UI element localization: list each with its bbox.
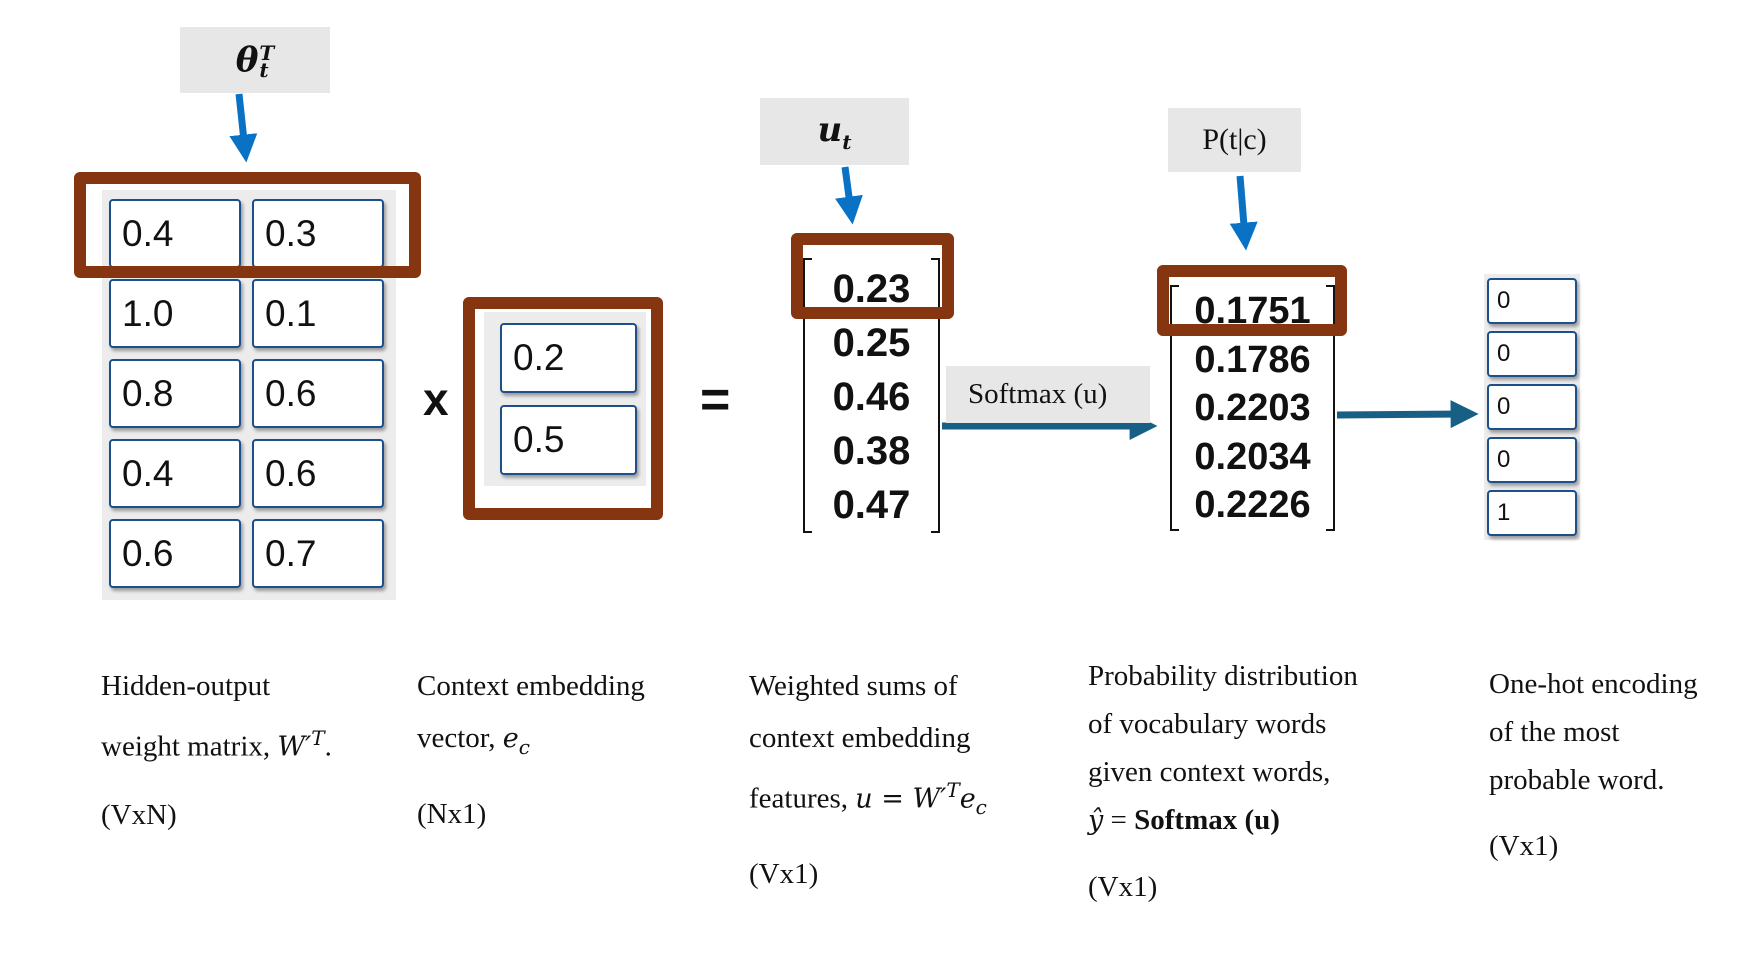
matrix-cell: 0.4	[109, 439, 241, 508]
softmax-label: Softmax (u)	[946, 366, 1150, 423]
prob-value: 0.2203	[1194, 387, 1311, 429]
prob-value: 0.2034	[1194, 435, 1311, 478]
context-vector-highlight	[463, 297, 663, 520]
dims-label: (Vx1)	[749, 858, 819, 891]
dims-label: (Vx1)	[1088, 871, 1158, 903]
caption-context-vector: Context embedding vector, ec (Nx1)	[417, 660, 645, 840]
theta-sub: t	[259, 58, 269, 82]
softmax-label-text: Softmax (u)	[968, 378, 1108, 410]
caption-u-vector: Weighted sums of context embedding featu…	[749, 660, 987, 900]
matrix-cell: 0.8	[109, 359, 241, 428]
u-value: 0.38	[832, 429, 911, 473]
matrix-cell: 1.0	[109, 279, 241, 348]
matrix-cell: 0.6	[252, 359, 384, 428]
matrix-cell: 0.6	[109, 519, 241, 588]
theta-label: θTt	[180, 27, 330, 93]
u-value: 0.47	[832, 483, 911, 527]
dims-label: (Nx1)	[417, 797, 487, 830]
one-hot-cell: 0	[1487, 278, 1577, 324]
p-pointer-arrow	[1229, 175, 1258, 251]
matrix-cell: 0.6	[252, 439, 384, 508]
prob-highlight	[1157, 265, 1347, 336]
one-hot-cell: 0	[1487, 384, 1577, 430]
one-hot-cell: 0	[1487, 437, 1577, 483]
p-label-text: P(t|c)	[1202, 123, 1267, 156]
multiply-operator: x	[423, 373, 449, 425]
dims-label: (VxN)	[101, 798, 177, 831]
u-value: 0.46	[832, 375, 911, 419]
one-hot-cell: 1	[1487, 490, 1577, 536]
caption-weight-matrix: Hidden-output weight matrix, W′T. (VxN)	[101, 660, 332, 841]
onehot-flow-arrow	[1336, 400, 1479, 429]
p-label: P(t|c)	[1168, 108, 1301, 172]
u-label: ut	[760, 98, 909, 165]
caption-prob-vector: Probability distribution of vocabulary w…	[1088, 652, 1358, 911]
equals-operator: =	[700, 371, 731, 429]
u-value: 0.25	[832, 321, 911, 365]
u-sub: t	[842, 129, 852, 154]
u-highlight	[791, 233, 954, 319]
matrix-cell: 0.1	[252, 279, 384, 348]
matrix-row-highlight	[74, 172, 421, 278]
prob-value: 0.2226	[1194, 484, 1311, 526]
matrix-cell: 0.7	[252, 519, 384, 588]
prob-value: 0.1786	[1194, 338, 1311, 381]
theta-pointer-arrow	[229, 93, 258, 163]
one-hot-cell: 0	[1487, 331, 1577, 377]
theta-symbol: θ	[235, 40, 259, 80]
caption-one-hot: One-hot encoding of the most probable wo…	[1489, 660, 1698, 870]
u-symbol: u	[817, 109, 843, 150]
u-pointer-arrow	[835, 166, 863, 225]
dims-label: (Vx1)	[1489, 830, 1559, 862]
